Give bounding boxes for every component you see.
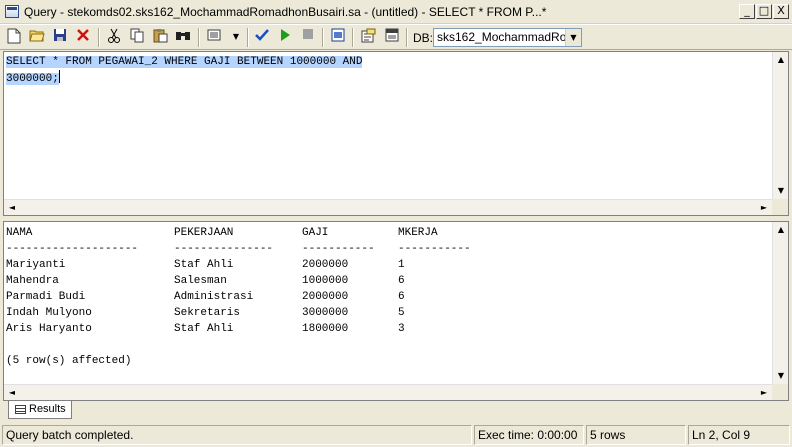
paste-icon[interactable] (151, 28, 169, 46)
results-pane-icon[interactable] (383, 28, 401, 46)
separator-cell: --------------- (174, 243, 274, 255)
cell-pekerjaan: Sekretaris (174, 307, 241, 319)
status-exec-time: Exec time: 0:00:00 (474, 425, 584, 445)
status-message: Query batch completed. (2, 425, 472, 445)
minimize-button[interactable]: _ (739, 4, 755, 19)
header-row: NAMA PEKERJAAN GAJI MKERJA (6, 225, 494, 241)
cut-icon[interactable] (105, 28, 123, 46)
column-header-gaji: GAJI (302, 227, 329, 239)
cell-nama: Parmadi Budi (6, 291, 86, 303)
toolbar: ▼ DB: sks162_MochammadRoma ▼ (0, 24, 792, 50)
column-header-pekerjaan: PEKERJAAN (174, 227, 234, 239)
cell-mkerja: 3 (398, 323, 405, 335)
cell-gaji: 2000000 (302, 259, 349, 271)
text-caret (58, 70, 60, 83)
column-header-mkerja: MKERJA (398, 227, 438, 239)
cell-mkerja: 6 (398, 291, 405, 303)
dropdown-arrow-icon[interactable]: ▼ (227, 28, 245, 46)
scroll-up-icon[interactable]: ▲ (773, 222, 789, 238)
save-icon[interactable] (51, 28, 69, 46)
toolbar-separator (352, 28, 354, 47)
query-window-icon (5, 5, 19, 18)
cell-gaji: 2000000 (302, 291, 349, 303)
results-text: NAMA PEKERJAAN GAJI MKERJA -------------… (6, 225, 494, 369)
query-editor[interactable]: SELECT * FROM PEGAWAI_2 WHERE GAJI BETWE… (3, 51, 789, 216)
scrollbar-corner (772, 384, 788, 400)
status-cursor-position: Ln 2, Col 9 (688, 425, 790, 445)
stop-icon[interactable] (299, 28, 317, 46)
editor-vertical-scrollbar[interactable]: ▲ ▼ (772, 52, 788, 199)
cell-mkerja: 6 (398, 275, 405, 287)
status-bar: Query batch completed. Exec time: 0:00:0… (0, 423, 792, 447)
rows-affected-message: (5 row(s) affected) (6, 355, 132, 367)
object-browser-icon[interactable] (329, 28, 347, 46)
separator-cell: -------------------- (6, 243, 139, 255)
table-row: Mahendra Salesman 1000000 6 (6, 273, 494, 289)
db-label: DB: (413, 31, 434, 45)
query-line-1: SELECT * FROM PEGAWAI_2 WHERE GAJI BETWE… (6, 56, 363, 68)
parse-check-icon[interactable] (253, 28, 271, 46)
table-row: Parmadi Budi Administrasi 2000000 6 (6, 289, 494, 305)
results-grid-icon (15, 405, 26, 414)
cell-mkerja: 1 (398, 259, 405, 271)
toolbar-separator (98, 28, 100, 47)
cell-gaji: 1000000 (302, 275, 349, 287)
scrollbar-corner (772, 199, 788, 215)
cell-gaji: 1800000 (302, 323, 349, 335)
cell-nama: Aris Haryanto (6, 323, 92, 335)
close-button[interactable]: X (773, 4, 789, 19)
cell-gaji: 3000000 (302, 307, 349, 319)
cell-pekerjaan: Salesman (174, 275, 227, 287)
scroll-left-icon[interactable]: ◄ (4, 200, 20, 216)
database-select[interactable]: sks162_MochammadRoma ▼ (433, 28, 582, 47)
window-title: Query - stekomds02.sks162_MochammadRomad… (24, 5, 547, 19)
cell-pekerjaan: Staf Ahli (174, 259, 234, 271)
toolbar-separator (198, 28, 200, 47)
toolbar-separator (406, 28, 408, 47)
scroll-up-icon[interactable]: ▲ (773, 52, 789, 68)
delete-icon[interactable] (74, 28, 92, 46)
query-text[interactable]: SELECT * FROM PEGAWAI_2 WHERE GAJI BETWE… (6, 54, 363, 87)
find-icon[interactable] (174, 28, 192, 46)
table-row: Aris Haryanto Staf Ahli 1800000 3 (6, 321, 494, 337)
separator-cell: ----------- (302, 243, 375, 255)
cell-nama: Mariyanti (6, 259, 66, 271)
separator-row: -------------------- --------------- ---… (6, 241, 494, 257)
results-grid[interactable]: NAMA PEKERJAAN GAJI MKERJA -------------… (3, 221, 789, 401)
database-select-value: sks162_MochammadRoma (437, 30, 582, 44)
results-vertical-scrollbar[interactable]: ▲ ▼ (772, 222, 788, 384)
toolbar-separator (322, 28, 324, 47)
results-horizontal-scrollbar[interactable]: ◄ ► (4, 384, 772, 400)
cell-mkerja: 5 (398, 307, 405, 319)
tab-results[interactable]: Results (8, 401, 72, 419)
scroll-right-icon[interactable]: ► (756, 385, 772, 401)
scroll-right-icon[interactable]: ► (756, 200, 772, 216)
column-header-nama: NAMA (6, 227, 33, 239)
scroll-left-icon[interactable]: ◄ (4, 385, 20, 401)
separator-cell: ----------- (398, 243, 471, 255)
results-tabs: Results (0, 401, 792, 423)
results-mode-icon[interactable] (205, 28, 223, 46)
scroll-down-icon[interactable]: ▼ (773, 183, 789, 199)
status-row-count: 5 rows (586, 425, 686, 445)
editor-horizontal-scrollbar[interactable]: ◄ ► (4, 199, 772, 215)
table-row: Indah Mulyono Sekretaris 3000000 5 (6, 305, 494, 321)
cell-nama: Mahendra (6, 275, 59, 287)
copy-icon[interactable] (128, 28, 146, 46)
execute-icon[interactable] (276, 28, 294, 46)
table-row: Mariyanti Staf Ahli 2000000 1 (6, 257, 494, 273)
tab-results-label: Results (29, 403, 66, 415)
chevron-down-icon[interactable]: ▼ (565, 29, 581, 46)
cell-nama: Indah Mulyono (6, 307, 92, 319)
new-query-icon[interactable] (5, 28, 23, 46)
toolbar-separator (247, 28, 249, 47)
open-folder-icon[interactable] (28, 28, 46, 46)
object-search-icon[interactable] (359, 28, 377, 46)
cell-pekerjaan: Administrasi (174, 291, 254, 303)
scroll-down-icon[interactable]: ▼ (773, 368, 789, 384)
cell-pekerjaan: Staf Ahli (174, 323, 234, 335)
maximize-button[interactable]: □ (756, 4, 772, 19)
title-bar: Query - stekomds02.sks162_MochammadRomad… (0, 0, 792, 24)
query-line-2: 3000000; (6, 73, 59, 85)
